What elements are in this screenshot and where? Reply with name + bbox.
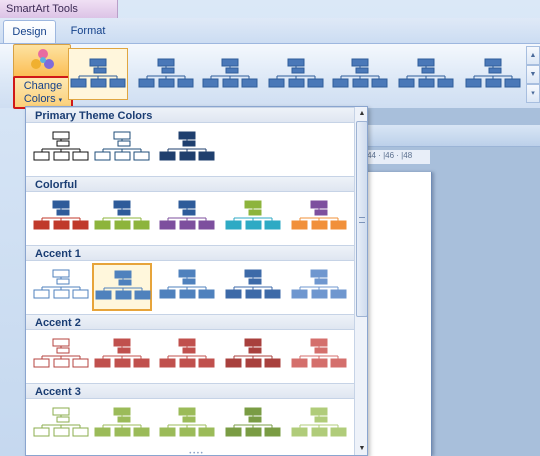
org-chart-icon <box>94 338 150 368</box>
org-chart-icon <box>33 407 89 437</box>
color-variant-option[interactable] <box>92 332 152 380</box>
org-chart-icon <box>291 407 347 437</box>
gallery-scroll-up-icon[interactable]: ▲ <box>526 46 540 65</box>
gallery-scroll[interactable]: ▲ ▼ ▾ <box>526 46 540 106</box>
section-header: Accent 3 <box>26 383 354 399</box>
color-variant-option[interactable] <box>223 332 283 380</box>
color-variant-option[interactable] <box>223 263 283 311</box>
org-chart-icon <box>94 407 150 437</box>
gallery-more-icon[interactable]: ▾ <box>526 84 540 103</box>
org-chart-icon <box>291 338 347 368</box>
color-variant-option[interactable] <box>92 125 152 173</box>
org-chart-icon <box>398 58 454 88</box>
section-header: Primary Theme Colors <box>26 107 354 123</box>
color-variant-option[interactable] <box>31 401 91 449</box>
org-chart-icon <box>33 338 89 368</box>
org-chart-icon <box>225 338 281 368</box>
gallery-scroll-down-icon[interactable]: ▼ <box>526 65 540 84</box>
resize-grip[interactable]: • • • • <box>186 451 206 455</box>
section-header: Accent 1 <box>26 245 354 261</box>
scroll-thumb[interactable] <box>356 121 367 317</box>
org-chart-icon <box>159 338 215 368</box>
org-chart-icon <box>291 200 347 230</box>
color-variant-option[interactable] <box>289 332 349 380</box>
layout-thumbnail[interactable] <box>266 48 326 100</box>
org-chart-icon <box>33 200 89 230</box>
org-chart-icon <box>159 407 215 437</box>
org-chart-icon <box>225 269 281 299</box>
color-variant-option[interactable] <box>31 263 91 311</box>
color-variant-option[interactable] <box>31 194 91 242</box>
org-chart-icon <box>225 407 281 437</box>
layout-thumbnail[interactable] <box>68 48 128 100</box>
ruler-bar <box>360 125 540 147</box>
smartart-tools-header: SmartArt Tools <box>0 0 118 18</box>
org-chart-icon <box>33 131 89 161</box>
layout-thumbnail[interactable] <box>136 48 196 100</box>
section-header: Colorful <box>26 176 354 192</box>
org-chart-icon <box>159 200 215 230</box>
color-variant-option[interactable] <box>157 401 217 449</box>
tab-format[interactable]: Format <box>60 20 116 44</box>
document-page[interactable] <box>360 172 432 456</box>
change-colors-line1: Change <box>23 80 63 92</box>
color-variant-option[interactable] <box>92 194 152 242</box>
horizontal-ruler: |44 · |46 · |48 <box>360 150 430 164</box>
org-chart-icon <box>95 270 151 300</box>
org-chart-icon <box>94 131 150 161</box>
color-variant-option[interactable] <box>157 263 217 311</box>
org-chart-icon <box>202 58 258 88</box>
org-chart-icon <box>159 131 215 161</box>
color-variant-option[interactable] <box>31 125 91 173</box>
change-colors-label[interactable]: Change Colors ▾ <box>13 76 73 109</box>
section-header: Accent 2 <box>26 314 354 330</box>
ribbon-tab-strip: Design Format <box>0 18 540 44</box>
color-variant-option[interactable] <box>289 401 349 449</box>
org-chart-icon <box>94 200 150 230</box>
color-variant-option[interactable] <box>157 194 217 242</box>
dropdown-scrollbar[interactable]: ▲ ▼ <box>354 107 367 455</box>
change-colors-dropdown: Primary Theme Colors Colorful Accent 1 Acce… <box>25 106 368 456</box>
tab-design[interactable]: Design <box>3 20 56 44</box>
org-chart-icon <box>225 200 281 230</box>
org-chart-icon <box>138 58 194 88</box>
scroll-down-icon[interactable]: ▼ <box>356 443 367 455</box>
color-variant-option[interactable] <box>289 194 349 242</box>
color-palette-icon <box>31 49 55 73</box>
layout-thumbnail[interactable] <box>200 48 260 100</box>
color-variant-option[interactable] <box>289 263 349 311</box>
layout-thumbnail[interactable] <box>396 48 456 100</box>
color-variant-option[interactable] <box>92 263 152 311</box>
color-variant-option[interactable] <box>31 332 91 380</box>
color-variant-option[interactable] <box>92 401 152 449</box>
org-chart-icon <box>33 269 89 299</box>
color-variant-option[interactable] <box>157 125 217 173</box>
org-chart-icon <box>332 58 388 88</box>
org-chart-icon <box>268 58 324 88</box>
layout-thumbnail[interactable] <box>330 48 390 100</box>
org-chart-icon <box>465 58 521 88</box>
org-chart-icon <box>291 269 347 299</box>
org-chart-icon <box>70 58 126 88</box>
dropdown-caret-icon: ▾ <box>58 97 63 104</box>
color-variant-option[interactable] <box>157 332 217 380</box>
color-variant-option[interactable] <box>223 401 283 449</box>
color-variant-option[interactable] <box>223 194 283 242</box>
layout-thumbnail[interactable] <box>463 48 523 100</box>
org-chart-icon <box>159 269 215 299</box>
change-colors-line2: Colors <box>23 93 56 105</box>
scroll-up-icon[interactable]: ▲ <box>356 108 367 120</box>
